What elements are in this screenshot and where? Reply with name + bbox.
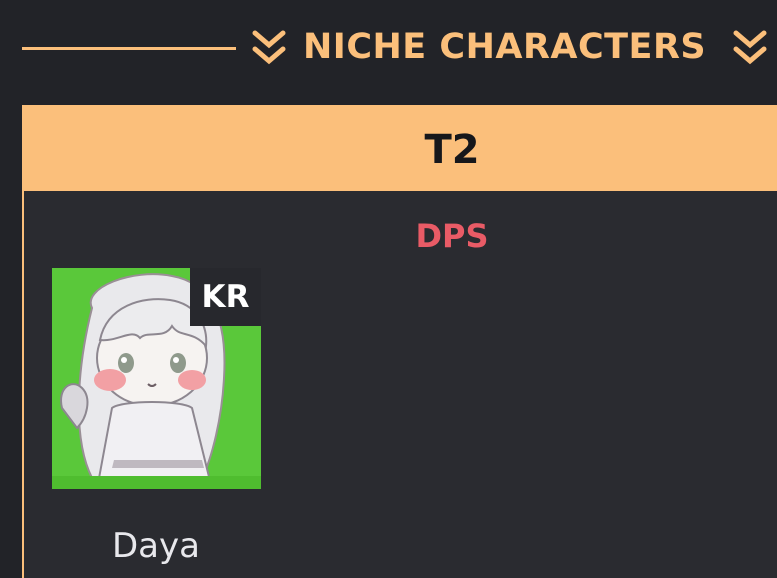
section-title: NICHE CHARACTERS	[303, 27, 707, 67]
tier-header: T2	[24, 105, 777, 191]
character-card[interactable]: KR Daya	[50, 267, 262, 567]
tier-list-page: NICHE CHARACTERS T2 DPS KR Daya	[0, 0, 777, 578]
tier-label: T2	[424, 127, 480, 173]
server-badge: KR	[190, 268, 261, 326]
character-portrait[interactable]: KR	[52, 268, 261, 489]
character-name[interactable]: Daya	[50, 522, 262, 570]
tier-table: T2 DPS KR Daya	[22, 105, 777, 578]
section-header: NICHE CHARACTERS	[0, 22, 777, 72]
chevrons-down-icon	[733, 30, 767, 65]
chevrons-down-icon	[252, 30, 286, 65]
role-label: DPS	[415, 217, 489, 255]
header-divider-line	[22, 47, 236, 50]
